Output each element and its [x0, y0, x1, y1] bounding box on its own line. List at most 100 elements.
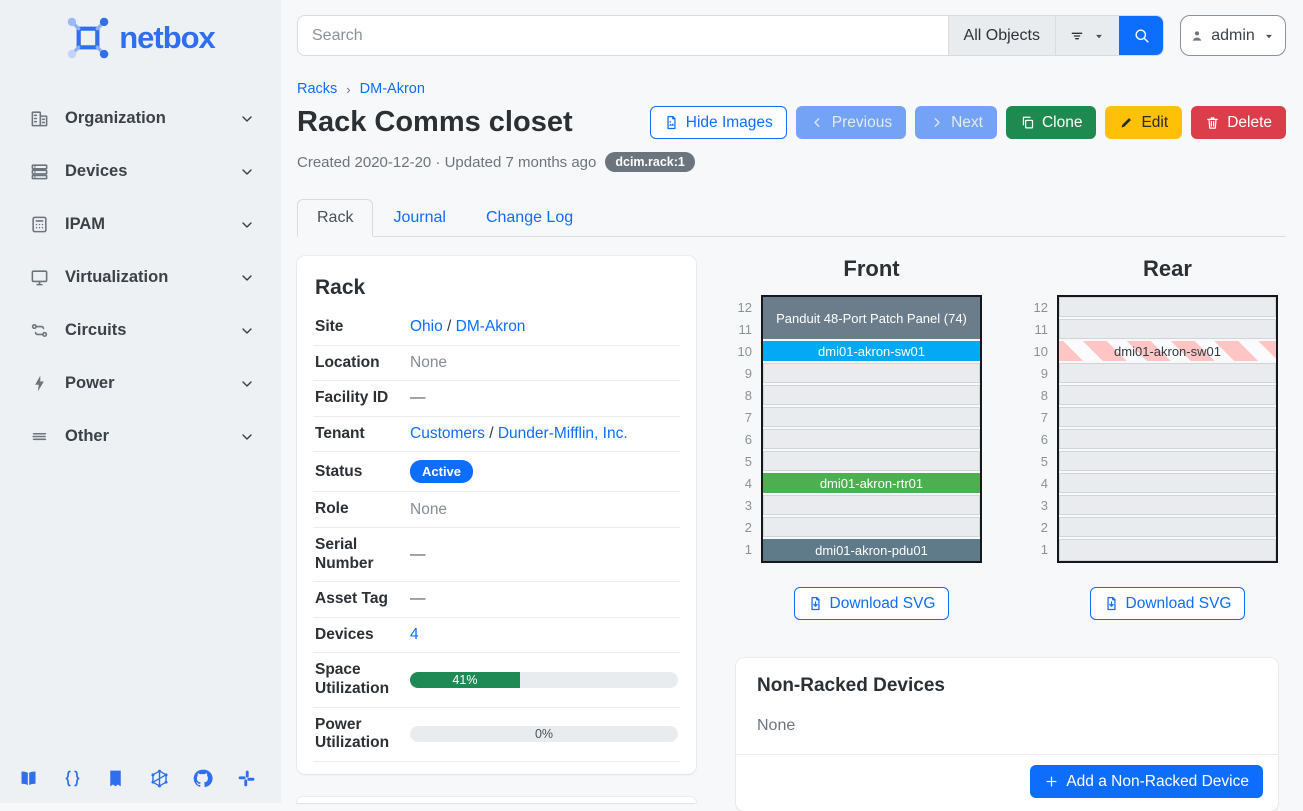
unit-number: 7: [1032, 407, 1057, 429]
elevation-title: Rear: [1057, 256, 1278, 282]
sidebar-item-circuits[interactable]: Circuits: [0, 304, 281, 357]
attribute-row: Devices4: [313, 618, 680, 654]
footer-link-github-icon[interactable]: [192, 768, 213, 789]
attribute-value: None: [410, 354, 447, 371]
brand-name: netbox: [119, 20, 215, 56]
rack-slot-device[interactable]: dmi01-akron-rtr01: [763, 473, 980, 495]
rack-slot-empty[interactable]: [763, 495, 980, 517]
attribute-label: Facility ID: [315, 389, 410, 408]
elevation-title: Front: [761, 256, 982, 282]
utilization-bar: 0%: [410, 726, 678, 742]
rack-slot-empty[interactable]: [1059, 407, 1276, 429]
sidebar-item-virtualization[interactable]: Virtualization: [0, 251, 281, 304]
rack-slot-empty[interactable]: [1059, 517, 1276, 539]
rack-slot-empty[interactable]: [1059, 319, 1276, 341]
clone-button[interactable]: Clone: [1006, 106, 1097, 139]
utilization-bar: 41%: [410, 672, 678, 688]
tab-rack[interactable]: Rack: [297, 199, 373, 237]
rack-slot-empty[interactable]: [1059, 473, 1276, 495]
sidebar-item-organization[interactable]: Organization: [0, 92, 281, 145]
non-racked-devices-footer: Add a Non-Racked Device: [736, 754, 1278, 811]
download-svg-button-front[interactable]: Download SVG: [794, 587, 950, 620]
add-non-racked-device-button[interactable]: Add a Non-Racked Device: [1030, 765, 1263, 798]
breadcrumb-link[interactable]: Racks: [297, 81, 337, 97]
sidebar: netbox OrganizationDevices IPAM Virtualiza…: [0, 0, 281, 803]
unit-number: 1: [736, 539, 761, 561]
rack-slot-empty[interactable]: [763, 429, 980, 451]
rest-api-braces-icon: [62, 768, 83, 789]
attribute-link[interactable]: DM-Akron: [456, 318, 526, 335]
rack-slot-empty[interactable]: [1059, 429, 1276, 451]
sidebar-item-devices[interactable]: Devices: [0, 145, 281, 198]
attribute-link[interactable]: 4: [410, 626, 419, 643]
caret-down-icon: [1262, 29, 1276, 43]
download-buttons-row: Download SVG Download SVG: [722, 587, 1286, 620]
next-button[interactable]: Next: [915, 106, 997, 139]
attribute-link[interactable]: Ohio: [410, 318, 443, 335]
unit-number: 5: [736, 451, 761, 473]
rack-slot-empty[interactable]: [1059, 363, 1276, 385]
attribute-row: Facility ID—: [313, 381, 680, 417]
rack-slot-empty[interactable]: [1059, 297, 1276, 319]
user-menu-button[interactable]: admin: [1180, 15, 1286, 56]
unit-number: 4: [736, 473, 761, 495]
rack-slot-empty[interactable]: [763, 385, 980, 407]
netbox-logo[interactable]: netbox: [0, 16, 281, 60]
rack-slot-empty[interactable]: [1059, 495, 1276, 517]
footer-link-docs-book-icon[interactable]: [18, 768, 39, 789]
hide-images-button[interactable]: Hide Images: [650, 106, 787, 139]
unit-number-column: 121110987654321: [736, 295, 761, 563]
rack-elevation-front: Front121110987654321Panduit 48-Port Patc…: [736, 256, 982, 563]
rack-slot-device[interactable]: dmi01-akron-pdu01: [763, 539, 980, 561]
tab-change-log[interactable]: Change Log: [466, 199, 593, 237]
attribute-row: RoleNone: [313, 492, 680, 528]
chevron-down-icon: [239, 323, 255, 339]
rack-slot-empty[interactable]: [1059, 539, 1276, 561]
slack-icon: [236, 768, 257, 789]
edit-button[interactable]: Edit: [1105, 106, 1182, 139]
filter-dropdown-button[interactable]: [1055, 16, 1119, 55]
attribute-link[interactable]: Dunder-Mifflin, Inc.: [498, 425, 628, 442]
attribute-link[interactable]: Customers: [410, 425, 485, 442]
footer-link-api-journal-icon[interactable]: [105, 768, 126, 789]
rack-slot-empty[interactable]: [1059, 385, 1276, 407]
download-svg-button-rear[interactable]: Download SVG: [1090, 587, 1246, 620]
rack-slot-empty[interactable]: [1059, 451, 1276, 473]
previous-button[interactable]: Previous: [796, 106, 906, 139]
breadcrumb-link[interactable]: DM-Akron: [360, 81, 425, 97]
lines-icon: [30, 427, 49, 446]
unit-number: 4: [1032, 473, 1057, 495]
delete-button[interactable]: Delete: [1191, 106, 1286, 139]
unit-number: 8: [1032, 385, 1057, 407]
sidebar-item-other[interactable]: Other: [0, 410, 281, 463]
rack-slot-device[interactable]: dmi01-akron-sw01: [763, 341, 980, 363]
breadcrumb: Racks›DM-Akron: [297, 81, 1286, 97]
footer-link-rest-api-braces-icon[interactable]: [62, 768, 83, 789]
footer-link-slack-icon[interactable]: [236, 768, 257, 789]
non-racked-devices-panel: Non-Racked Devices None Add a Non-Racked…: [736, 658, 1278, 811]
attribute-label: Asset Tag: [315, 590, 410, 609]
sidebar-item-ipam[interactable]: IPAM: [0, 198, 281, 251]
rack-slot-empty[interactable]: [763, 363, 980, 385]
global-search: All Objects: [297, 15, 1164, 56]
attribute-label: Status: [315, 463, 410, 482]
footer-link-graphql-icon[interactable]: [149, 768, 170, 789]
rack-slot-empty[interactable]: [763, 451, 980, 473]
search-input[interactable]: [298, 16, 948, 55]
rack-box: dmi01-akron-sw01: [1057, 295, 1278, 563]
unit-number: 5: [1032, 451, 1057, 473]
unit-number: 11: [736, 319, 761, 341]
object-type-button[interactable]: All Objects: [948, 16, 1055, 55]
rack-slot-device[interactable]: Panduit 48-Port Patch Panel (74): [763, 297, 980, 341]
rack-slot-empty[interactable]: [763, 407, 980, 429]
sidebar-footer: [0, 768, 281, 789]
sidebar-item-power[interactable]: Power: [0, 357, 281, 410]
rack-slot-device-rear[interactable]: dmi01-akron-sw01: [1059, 341, 1276, 363]
attribute-row: SiteOhio / DM-Akron: [313, 310, 680, 346]
tab-journal[interactable]: Journal: [373, 199, 465, 237]
search-button[interactable]: [1119, 16, 1163, 55]
sidebar-item-label: IPAM: [65, 215, 223, 234]
attribute-label: Location: [315, 354, 410, 373]
ipam-calculator-icon: [30, 215, 49, 234]
rack-slot-empty[interactable]: [763, 517, 980, 539]
